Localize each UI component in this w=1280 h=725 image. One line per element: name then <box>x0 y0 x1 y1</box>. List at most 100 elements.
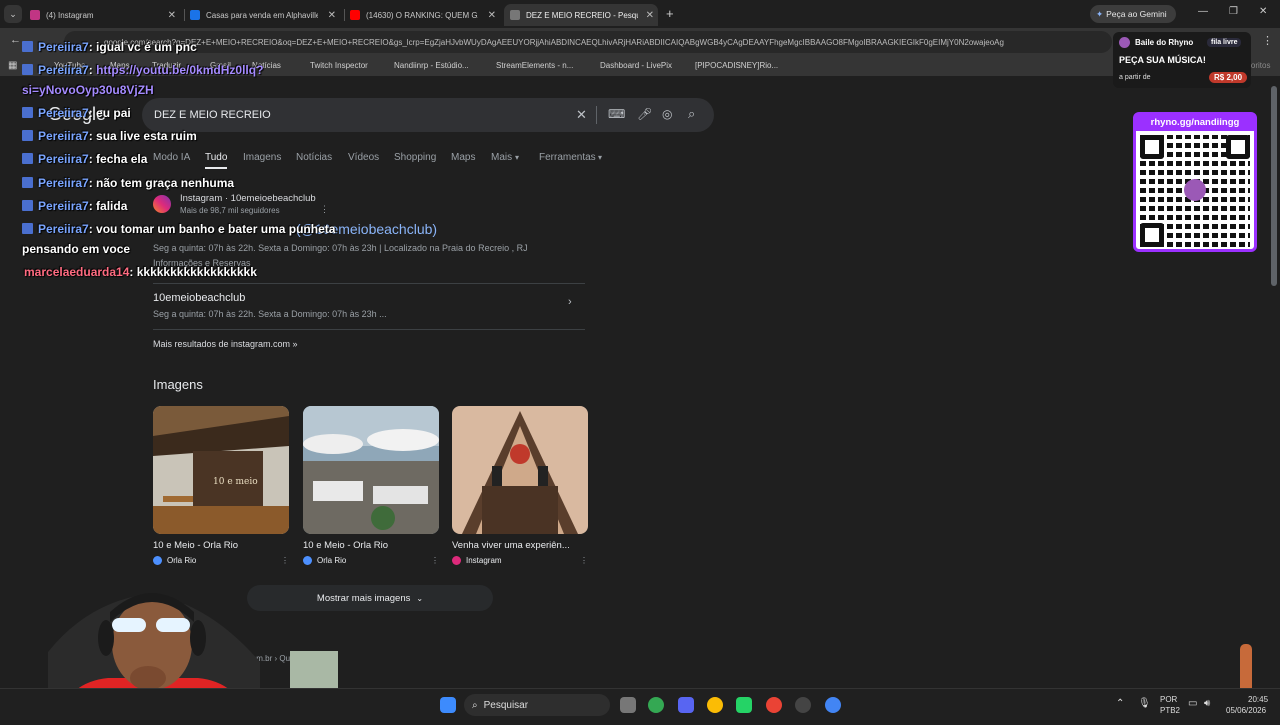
whatsapp-icon[interactable] <box>736 697 752 713</box>
close-icon[interactable]: ✕ <box>328 10 336 21</box>
scrollbar[interactable] <box>1271 86 1277 286</box>
instagram-icon <box>452 556 461 565</box>
chat-user: Pereiira7 <box>38 63 89 77</box>
chat-link[interactable]: https://youtu.be/0kmdHz0llq? <box>96 63 263 77</box>
site-icon <box>190 10 200 20</box>
orla-rio-icon <box>153 556 162 565</box>
image-title[interactable]: Venha viver uma experiên... <box>452 540 588 551</box>
overlay-price: R$ 2,00 <box>1209 72 1248 83</box>
bookmark-nandiinrp[interactable]: Nandiinrp - Estúdio... <box>394 61 469 70</box>
discord-icon[interactable] <box>678 697 694 713</box>
search-input[interactable]: DEZ E MEIO RECREIO <box>154 109 271 121</box>
tab-google-search[interactable]: DEZ E MEIO RECREIO - Pesqui ✕ <box>504 4 658 26</box>
volume-icon[interactable]: 🔊︎ <box>1204 698 1210 709</box>
qr-corner-icon <box>1140 135 1164 159</box>
bookmark-pipocadisney[interactable]: [PIPOCADISNEY]Rio... <box>695 61 778 70</box>
restore-icon[interactable]: ❐ <box>1229 6 1238 17</box>
microphone-icon[interactable]: 🎙︎ <box>1138 698 1151 709</box>
language-indicator[interactable]: POR <box>1160 695 1177 704</box>
chat-badge-icon <box>22 177 33 188</box>
tab-tudo[interactable]: Tudo <box>205 152 228 169</box>
image-card-1[interactable]: 10 e meio 10 e Meio - Orla Rio Orla Rio ⋮ <box>153 406 289 565</box>
taskbar-search[interactable]: ⌕ Pesquisar <box>464 694 610 716</box>
chat-message: pensando em voce <box>22 242 130 256</box>
windows-start-icon[interactable] <box>440 697 456 713</box>
image-card-3[interactable]: Venha viver uma experiên... Instagram ⋮ <box>452 406 588 565</box>
back-icon[interactable]: ← <box>10 34 21 46</box>
chrome-icon[interactable] <box>766 697 782 713</box>
image-thumbnail[interactable] <box>303 406 439 534</box>
bookmark-streamelements[interactable]: StreamElements - n... <box>496 61 573 70</box>
minimize-icon[interactable]: — <box>1198 6 1208 17</box>
tab-ferramentas[interactable]: Ferramentas <box>539 152 596 163</box>
gemini-button[interactable]: ✦ Peça ao Gemini <box>1090 5 1176 23</box>
clock-time[interactable]: 20:45 <box>1248 695 1268 704</box>
show-more-label: Mostrar mais imagens <box>316 592 411 604</box>
chat-text: : não tem graça nenhuma <box>88 176 235 190</box>
result-menu-icon[interactable]: ⋮ <box>320 204 329 215</box>
chat-badge-icon <box>22 41 33 52</box>
result-followers: Mais de 98,7 mil seguidores <box>180 206 280 215</box>
close-icon[interactable]: ✕ <box>646 10 654 21</box>
microphone-icon[interactable]: 🎤︎ <box>637 107 652 121</box>
image-menu-icon[interactable]: ⋮ <box>580 556 588 565</box>
close-icon[interactable]: ✕ <box>488 10 496 21</box>
bookmark-livepix[interactable]: Dashboard - LivePix <box>600 61 672 70</box>
image-title[interactable]: 10 e Meio - Orla Rio <box>303 540 439 551</box>
tab-modo-ia[interactable]: Modo IA <box>153 152 190 163</box>
clear-icon[interactable]: ✕ <box>576 107 587 123</box>
close-icon[interactable]: ✕ <box>168 10 176 21</box>
show-more-images-button[interactable]: Mostrar mais imagens ⌄ <box>247 585 493 611</box>
qr-corner-icon <box>1226 135 1250 159</box>
more-results-link[interactable]: Mais resultados de instagram.com » <box>153 339 298 349</box>
tray-chevron-icon[interactable]: ⌃ <box>1116 698 1124 709</box>
tab-shopping[interactable]: Shopping <box>394 152 436 163</box>
lens-icon[interactable]: ◎ <box>662 107 672 121</box>
image-menu-icon[interactable]: ⋮ <box>431 556 439 565</box>
tab-noticias[interactable]: Notícias <box>296 152 332 163</box>
qr-url: rhyno.gg/nandiingg <box>1136 115 1254 131</box>
apps-grid-icon[interactable]: ▦ <box>8 60 17 71</box>
image-menu-icon[interactable]: ⋮ <box>281 556 289 565</box>
chevron-right-icon[interactable]: › <box>568 296 572 308</box>
image-card-2[interactable]: 10 e Meio - Orla Rio Orla Rio ⋮ <box>303 406 439 565</box>
chat-badge-icon <box>22 200 33 211</box>
sublink-snippet: Seg a quinta: 07h às 22h. Sexta a Doming… <box>153 309 387 319</box>
qr-code <box>1140 135 1250 247</box>
qr-card: rhyno.gg/nandiingg <box>1133 112 1257 252</box>
image-thumbnail[interactable] <box>452 406 588 534</box>
chat-user: marcelaeduarda14 <box>24 265 130 279</box>
menu-dots-icon[interactable]: ⋮ <box>1262 34 1273 47</box>
bookmark-twitch-inspector[interactable]: Twitch Inspector <box>310 61 368 70</box>
close-window-icon[interactable]: ✕ <box>1259 6 1267 17</box>
tab-list-chevron-icon[interactable]: ⌄ <box>4 5 22 23</box>
tab-mais[interactable]: Mais <box>491 152 512 163</box>
tab-instagram[interactable]: (4) Instagram ✕ <box>30 4 180 26</box>
address-bar[interactable]: google.com/search?q=DEZ+E+MEIO+RECREIO&o… <box>64 31 1112 53</box>
chrome-icon[interactable] <box>707 697 723 713</box>
image-title[interactable]: 10 e Meio - Orla Rio <box>153 540 289 551</box>
overlay-badge: fila livre <box>1207 38 1242 47</box>
tab-maps[interactable]: Maps <box>451 152 475 163</box>
bottom-result-thumbnail[interactable] <box>290 651 338 688</box>
result-site[interactable]: Instagram · 10emeioebeachclub <box>180 193 316 204</box>
search-icon[interactable]: ⌕ <box>688 106 695 122</box>
image-source-label: Instagram <box>466 556 502 565</box>
task-view-icon[interactable] <box>620 697 636 713</box>
search-box[interactable]: DEZ E MEIO RECREIO ✕ ⌨ 🎤︎ ◎ ⌕ <box>142 98 714 132</box>
chat-link[interactable]: si=yNovoOyp30u8VjZH <box>22 83 154 97</box>
new-tab-icon[interactable]: + <box>666 6 674 21</box>
keyboard-icon[interactable]: ⌨ <box>608 107 625 121</box>
sublink-title[interactable]: 10emeiobeachclub <box>153 292 245 304</box>
language-indicator-sub: PTB2 <box>1160 706 1181 715</box>
network-icon[interactable]: ▭ <box>1188 698 1197 709</box>
image-source-label: Orla Rio <box>317 556 347 565</box>
tab-imagens[interactable]: Imagens <box>243 152 281 163</box>
image-thumbnail[interactable]: 10 e meio <box>153 406 289 534</box>
chrome-icon[interactable] <box>825 697 841 713</box>
tab-alphaville[interactable]: Casas para venda em Alphaville ✕ <box>190 4 340 26</box>
chrome-icon[interactable] <box>648 697 664 713</box>
obs-icon[interactable] <box>795 697 811 713</box>
tab-youtube[interactable]: (14630) O RANKING: QUEM GA ✕ <box>350 4 500 26</box>
tab-videos[interactable]: Vídeos <box>348 152 379 163</box>
